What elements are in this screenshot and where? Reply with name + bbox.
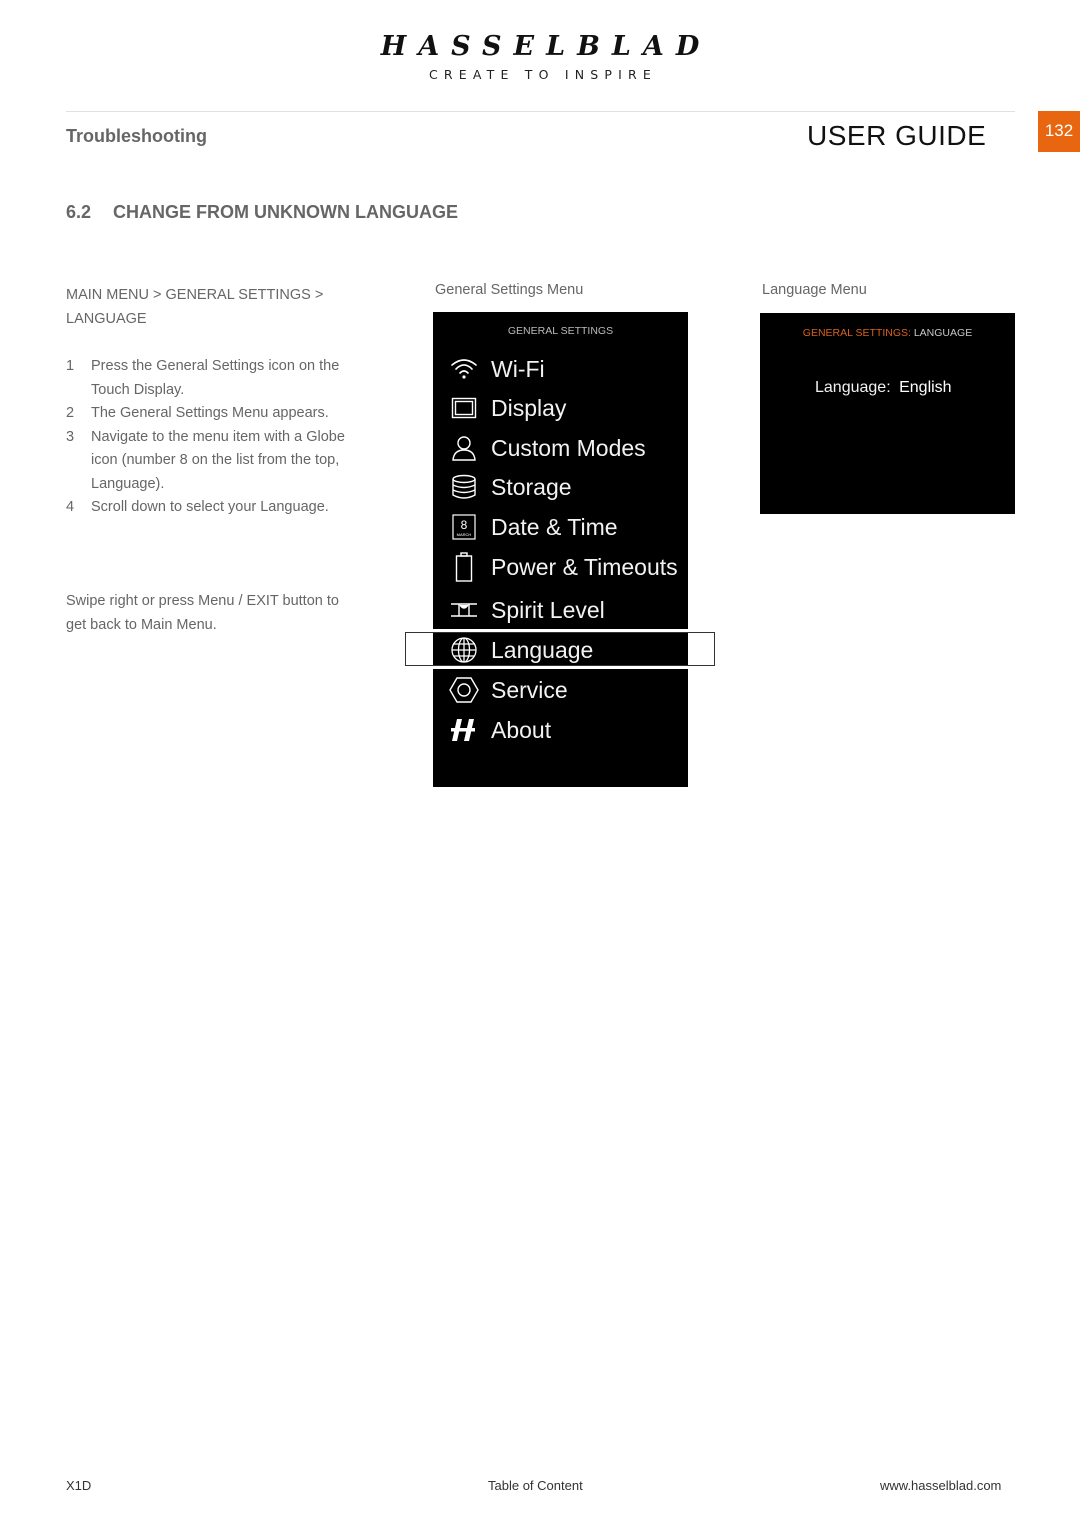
step-number: 1 [66,358,75,374]
battery-icon [448,552,480,582]
language-screen: GENERAL SETTINGS: LANGUAGE Language: Eng… [760,313,1015,514]
footer-model: X1D [66,1478,92,1493]
general-settings-screen: GENERAL SETTINGS Wi-Fi Display Custom Mo… [433,312,688,787]
language-value[interactable]: English [899,379,951,396]
wifi-icon [448,355,480,383]
menu-item-spirit-level[interactable]: Spirit Level [433,590,688,630]
calendar-month: MARCH [457,532,472,537]
section-label: Troubleshooting [66,126,207,146]
language-menu-caption: Language Menu [762,282,867,298]
menu-item-label: Power & Timeouts [491,553,678,580]
step-text: Scroll down to select your Language. [91,499,329,515]
steps-list: 1 Press the General Settings icon on the … [66,355,356,520]
display-icon [448,394,480,422]
user-icon [448,434,480,462]
screen-title: GENERAL SETTINGS [507,325,614,337]
calendar-day: 8 [461,518,468,532]
menu-item-label: Spirit Level [491,596,605,623]
step-item: 4 Scroll down to select your Language. [66,496,356,520]
menu-item-label: About [491,716,552,743]
step-number: 2 [66,405,75,421]
step-item: 3 Navigate to the menu item with a Globe … [66,426,356,497]
menu-item-storage[interactable]: Storage [433,467,688,507]
nut-icon [448,676,480,704]
language-highlight-frame [405,632,715,666]
page-heading: 6.2 CHANGE FROM UNKNOWN LANGUAGE [66,202,458,223]
step-text: Navigate to the menu item with a Globe i… [91,428,345,492]
calendar-icon: 8 MARCH [448,513,480,541]
menu-item-about[interactable]: About [433,710,688,750]
heading-title: CHANGE FROM UNKNOWN LANGUAGE [113,202,459,222]
website-link[interactable]: www.hasselblad.com [880,1478,1001,1493]
heading-number: 6.2 [66,202,92,222]
page-number-badge: 132 [1038,111,1080,152]
step-number: 4 [66,499,75,515]
step-text: Press the General Settings icon on the T… [91,358,340,398]
spirit-level-icon [448,596,480,624]
menu-item-label: Wi-Fi [491,355,545,382]
guide-title: USER GUIDE [807,120,987,151]
title-prefix: GENERAL SETTINGS: [802,327,911,339]
step-item: 2 The General Settings Menu appears. [66,402,356,426]
step-text: The General Settings Menu appears. [91,405,329,421]
menu-item-label: Date & Time [491,513,618,540]
menu-item-service[interactable]: Service [433,670,688,710]
brand-tagline: CREATE TO INSPIRE [428,67,658,82]
brand-name: HASSELBLAD [380,31,712,62]
header-divider [66,111,1015,112]
language-label: Language: [815,379,891,396]
step-item: 1 Press the General Settings icon on the … [66,355,356,402]
menu-item-label: Display [491,394,567,421]
general-settings-caption: General Settings Menu [435,282,584,298]
menu-item-display[interactable]: Display [433,388,688,428]
menu-item-date-time[interactable]: 8 MARCH Date & Time [433,507,688,547]
highlight-gap-bottom [405,666,716,669]
exit-note: Swipe right or press Menu / EXIT button … [66,593,339,633]
language-setting[interactable]: Language: English [815,379,952,397]
storage-icon [448,473,480,501]
hasselblad-h-icon [448,716,480,744]
menu-path: MAIN MENU > GENERAL SETTINGS > LANGUAGE [66,287,324,327]
title-suffix: LANGUAGE [913,327,973,339]
menu-item-wifi[interactable]: Wi-Fi [433,349,688,389]
menu-item-label: Storage [491,473,572,500]
step-number: 3 [66,428,75,445]
menu-item-label: Custom Modes [491,434,646,461]
brand-logo: HASSELBLAD CREATE TO INSPIRE [0,31,1080,83]
toc-link[interactable]: Table of Content [488,1478,583,1493]
menu-item-power-timeouts[interactable]: Power & Timeouts [433,547,688,587]
screen-title: GENERAL SETTINGS: LANGUAGE [760,327,1015,339]
menu-item-custom-modes[interactable]: Custom Modes [433,428,688,468]
menu-item-label: Service [491,676,568,703]
